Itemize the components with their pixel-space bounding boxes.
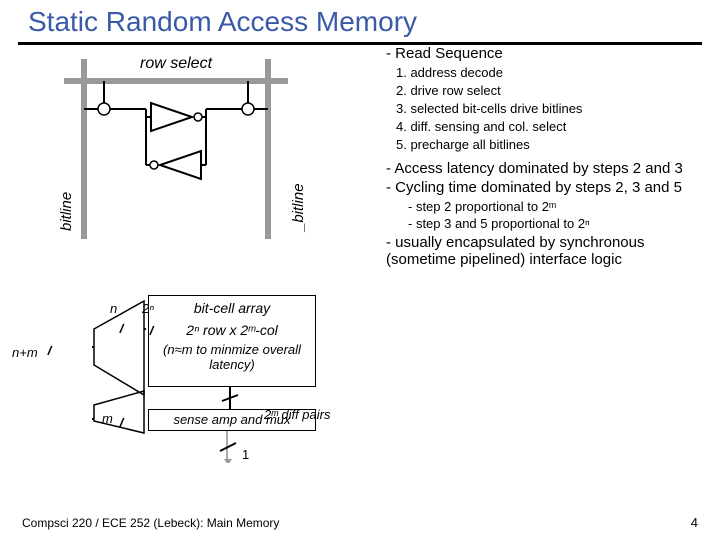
page-number: 4 <box>691 515 698 530</box>
list-item: 1. address decode <box>396 64 700 82</box>
sense-amp-mux-box: sense amp and mux <box>148 409 316 431</box>
note-access-latency: - Access latency dominated by steps 2 an… <box>386 160 700 177</box>
n-label: n <box>110 301 117 316</box>
col-decoder-trapezoid <box>92 389 146 437</box>
array-note: (n≈m to minmize overall latency) <box>149 342 315 372</box>
output-slash <box>218 437 238 463</box>
diagram-area: row select bitline _bitline <box>0 45 380 445</box>
bus-slash-icon: / <box>46 343 53 358</box>
slide-title: Static Random Access Memory <box>0 0 720 38</box>
read-sequence-heading: - Read Sequence <box>386 45 700 62</box>
note-cycling-time: - Cycling time dominated by steps 2, 3 a… <box>386 179 700 196</box>
array-to-mux-line <box>206 387 266 409</box>
list-item: 3. selected bit-cells drive bitlines <box>396 100 700 118</box>
list-item: 4. diff. sensing and col. select <box>396 118 700 136</box>
footer-text: Compsci 220 / ECE 252 (Lebeck): Main Mem… <box>22 516 279 530</box>
output-width-label: 1 <box>242 447 249 462</box>
bitcell-schematic <box>56 59 296 239</box>
m-label: m <box>102 411 113 426</box>
list-item: 2. drive row select <box>396 82 700 100</box>
list-item: 5. precharge all bitlines <box>396 136 700 154</box>
sub-steps: - step 2 proportional to 2ᵐ - step 3 and… <box>386 198 700 232</box>
array-spec: 2ⁿ row x 2ᵐ-col <box>149 322 315 338</box>
bitcell-array-box: bit-cell array 2ⁿ row x 2ᵐ-col (n≈m to m… <box>148 295 316 387</box>
bitline-bar-label: _bitline <box>290 183 307 231</box>
list-item: - step 2 proportional to 2ᵐ <box>408 198 700 215</box>
bitcell-array-label: bit-cell array <box>194 300 270 316</box>
note-interface: - usually encapsulated by synchronous (s… <box>386 234 700 268</box>
explanation-area: - Read Sequence 1. address decode 2. dri… <box>380 45 700 445</box>
list-item: - step 3 and 5 proportional to 2ⁿ <box>408 215 700 232</box>
bitline-label: bitline <box>58 192 75 231</box>
nm-width-label: n+m <box>12 345 38 360</box>
read-sequence-list: 1. address decode 2. drive row select 3.… <box>386 64 700 154</box>
row-decoder-trapezoid <box>92 299 146 397</box>
